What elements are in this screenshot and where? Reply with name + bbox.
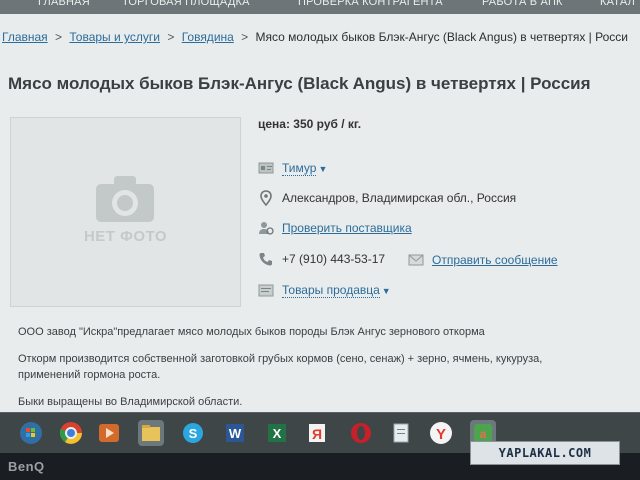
nav-item-marketplace[interactable]: Торговая площадка <box>122 0 250 8</box>
svg-text:S: S <box>189 426 198 441</box>
breadcrumb-current: Мясо молодых быков Блэк-Ангус (Black Ang… <box>255 30 628 44</box>
chevron-down-icon: ▼ <box>381 286 391 296</box>
map-pin-icon <box>260 190 272 206</box>
description-line: применений гормона роста. <box>18 369 161 381</box>
phone-icon <box>259 253 272 266</box>
nav-item-catalog[interactable]: Катал <box>600 0 635 8</box>
seller-name[interactable]: Тимур <box>282 161 317 176</box>
skype-icon[interactable]: S <box>180 420 206 446</box>
seller-goods-link[interactable]: Товары продавца <box>282 283 380 298</box>
nav-item-agro-jobs[interactable]: Работа в АПК <box>482 0 563 8</box>
opera-icon[interactable] <box>348 420 374 446</box>
seller-name-dropdown[interactable]: Тимур ▼ <box>282 161 328 176</box>
breadcrumb-home[interactable]: Главная <box>2 30 48 44</box>
windows-start-icon[interactable] <box>18 420 44 446</box>
goods-list-icon <box>258 284 274 297</box>
yandex-icon[interactable]: Я <box>304 420 330 446</box>
camera-icon <box>96 176 154 222</box>
seller-location: Александров, Владимирская обл., Россия <box>282 191 517 205</box>
media-player-icon[interactable] <box>96 420 122 446</box>
chevron-down-icon: ▼ <box>318 164 328 174</box>
breadcrumb-beef[interactable]: Говядина <box>182 30 234 44</box>
no-photo-label: НЕТ ФОТО <box>83 228 168 245</box>
svg-text:W: W <box>229 426 242 441</box>
send-message-link[interactable]: Отправить сообщение <box>432 253 558 267</box>
word-icon[interactable]: W <box>222 420 248 446</box>
svg-text:X: X <box>273 426 282 441</box>
svg-text:Y: Y <box>436 426 446 443</box>
monitor-brand-logo: BenQ <box>8 459 45 474</box>
breadcrumb-separator: > <box>241 30 249 44</box>
nav-item-counterparty-check[interactable]: Проверка контрагента <box>298 0 443 8</box>
excel-icon[interactable]: X <box>264 420 290 446</box>
breadcrumb-goods[interactable]: Товары и услуги <box>69 30 160 44</box>
user-card-icon <box>258 162 274 174</box>
top-navigation: Главная Торговая площадка Проверка контр… <box>0 0 640 14</box>
verify-user-icon <box>259 222 274 235</box>
description-line: Быки выращены во Владимирской области. <box>18 396 243 408</box>
envelope-icon <box>408 254 424 266</box>
file-explorer-icon[interactable] <box>138 420 164 446</box>
breadcrumb: Главная > Товары и услуги > Говядина > М… <box>2 30 628 44</box>
notepad-icon[interactable] <box>388 420 414 446</box>
seller-phone[interactable]: +7 (910) 443-53-17 <box>282 252 385 266</box>
chrome-icon[interactable] <box>58 420 84 446</box>
breadcrumb-separator: > <box>55 30 63 44</box>
svg-text:a: a <box>480 427 487 441</box>
nav-item-home[interactable]: Главная <box>38 0 90 8</box>
seller-goods-dropdown[interactable]: Товары продавца ▼ <box>282 283 391 298</box>
verify-supplier-link[interactable]: Проверить поставщика <box>282 221 412 235</box>
watermark: YAPLAKAL.COM <box>470 441 620 465</box>
svg-text:Я: Я <box>312 426 322 442</box>
breadcrumb-separator: > <box>167 30 175 44</box>
page-title: Мясо молодых быков Блэк-Ангус (Black Ang… <box>8 74 591 93</box>
browser-screen: Главная Торговая площадка Проверка контр… <box>0 0 640 412</box>
description-line: ООО завод "Искра"предлагает мясо молодых… <box>18 326 485 338</box>
description-line: Откорм производится собственной заготовк… <box>18 353 543 365</box>
product-photo-placeholder: НЕТ ФОТО <box>10 117 241 307</box>
product-price: цена: 350 руб / кг. <box>258 117 362 131</box>
yandex-browser-icon[interactable]: Y <box>428 420 454 446</box>
